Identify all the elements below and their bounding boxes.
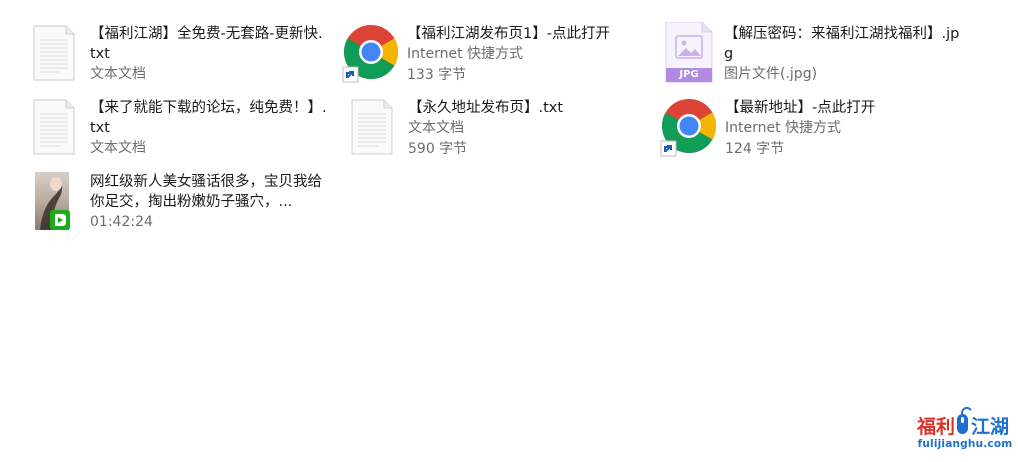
file-item[interactable]: JPG 【解压密码：来福利江湖找福利】.jpg 图片文件(.jpg) (664, 21, 964, 92)
file-size: 133 字节 (407, 67, 467, 83)
file-type: 文本文档 (90, 140, 146, 156)
file-type: Internet 快捷方式 (725, 120, 842, 136)
text-document-icon (32, 96, 96, 160)
file-item[interactable]: 【最新地址】-点此打开 Internet 快捷方式 124 字节 (659, 96, 959, 166)
chrome-shortcut-icon (659, 96, 723, 160)
file-type: 文本文档 (90, 66, 146, 82)
jpg-file-icon: JPG (664, 21, 728, 86)
file-size: 124 字节 (725, 141, 785, 157)
file-item[interactable]: 【来了就能下载的论坛，纯免费！】.txt 文本文档 (32, 96, 332, 166)
watermark-logo: 福利 江湖 fulijianghu.com (915, 404, 1015, 456)
file-name: 【最新地址】-点此打开 (725, 100, 876, 116)
svg-text:江湖: 江湖 (971, 416, 1009, 438)
file-item[interactable]: 网红级新人美女骚话很多，宝贝我给你足交，掏出粉嫩奶子骚穴，... 01:42:2… (32, 170, 332, 240)
file-name: 【永久地址发布页】.txt (408, 100, 564, 116)
file-type: 文本文档 (408, 120, 464, 136)
file-name: 【解压密码：来福利江湖找福利】.jpg (724, 26, 960, 62)
file-name: 网红级新人美女骚话很多，宝贝我给你足交，掏出粉嫩奶子骚穴，... (90, 174, 322, 210)
file-item[interactable]: 【永久地址发布页】.txt 文本文档 590 字节 (350, 96, 650, 166)
file-type: 图片文件(.jpg) (724, 66, 818, 82)
text-document-icon (350, 96, 414, 160)
file-type: Internet 快捷方式 (407, 46, 524, 62)
text-document-icon (32, 22, 96, 86)
file-explorer-content-view: 【福利江湖】全免费-无套路-更新快.txt 文本文档 【福利江湖发布页1】-点此… (0, 0, 1018, 462)
file-name: 【来了就能下载的论坛，纯免费！】.txt (90, 100, 327, 136)
video-duration: 01:42:24 (90, 214, 153, 230)
file-item[interactable]: 【福利江湖】全免费-无套路-更新快.txt 文本文档 (32, 22, 332, 92)
video-thumbnail-icon (32, 170, 96, 234)
file-size: 590 字节 (408, 141, 468, 157)
svg-text:福利: 福利 (916, 415, 955, 438)
watermark-url: fulijianghu.com (917, 438, 1013, 450)
jpg-badge-label: JPG (679, 69, 699, 80)
file-item[interactable]: 【福利江湖发布页1】-点此打开 Internet 快捷方式 133 字节 (341, 22, 641, 92)
chrome-shortcut-icon (341, 22, 405, 86)
file-name: 【福利江湖发布页1】-点此打开 (407, 26, 610, 42)
file-name: 【福利江湖】全免费-无套路-更新快.txt (90, 26, 323, 62)
